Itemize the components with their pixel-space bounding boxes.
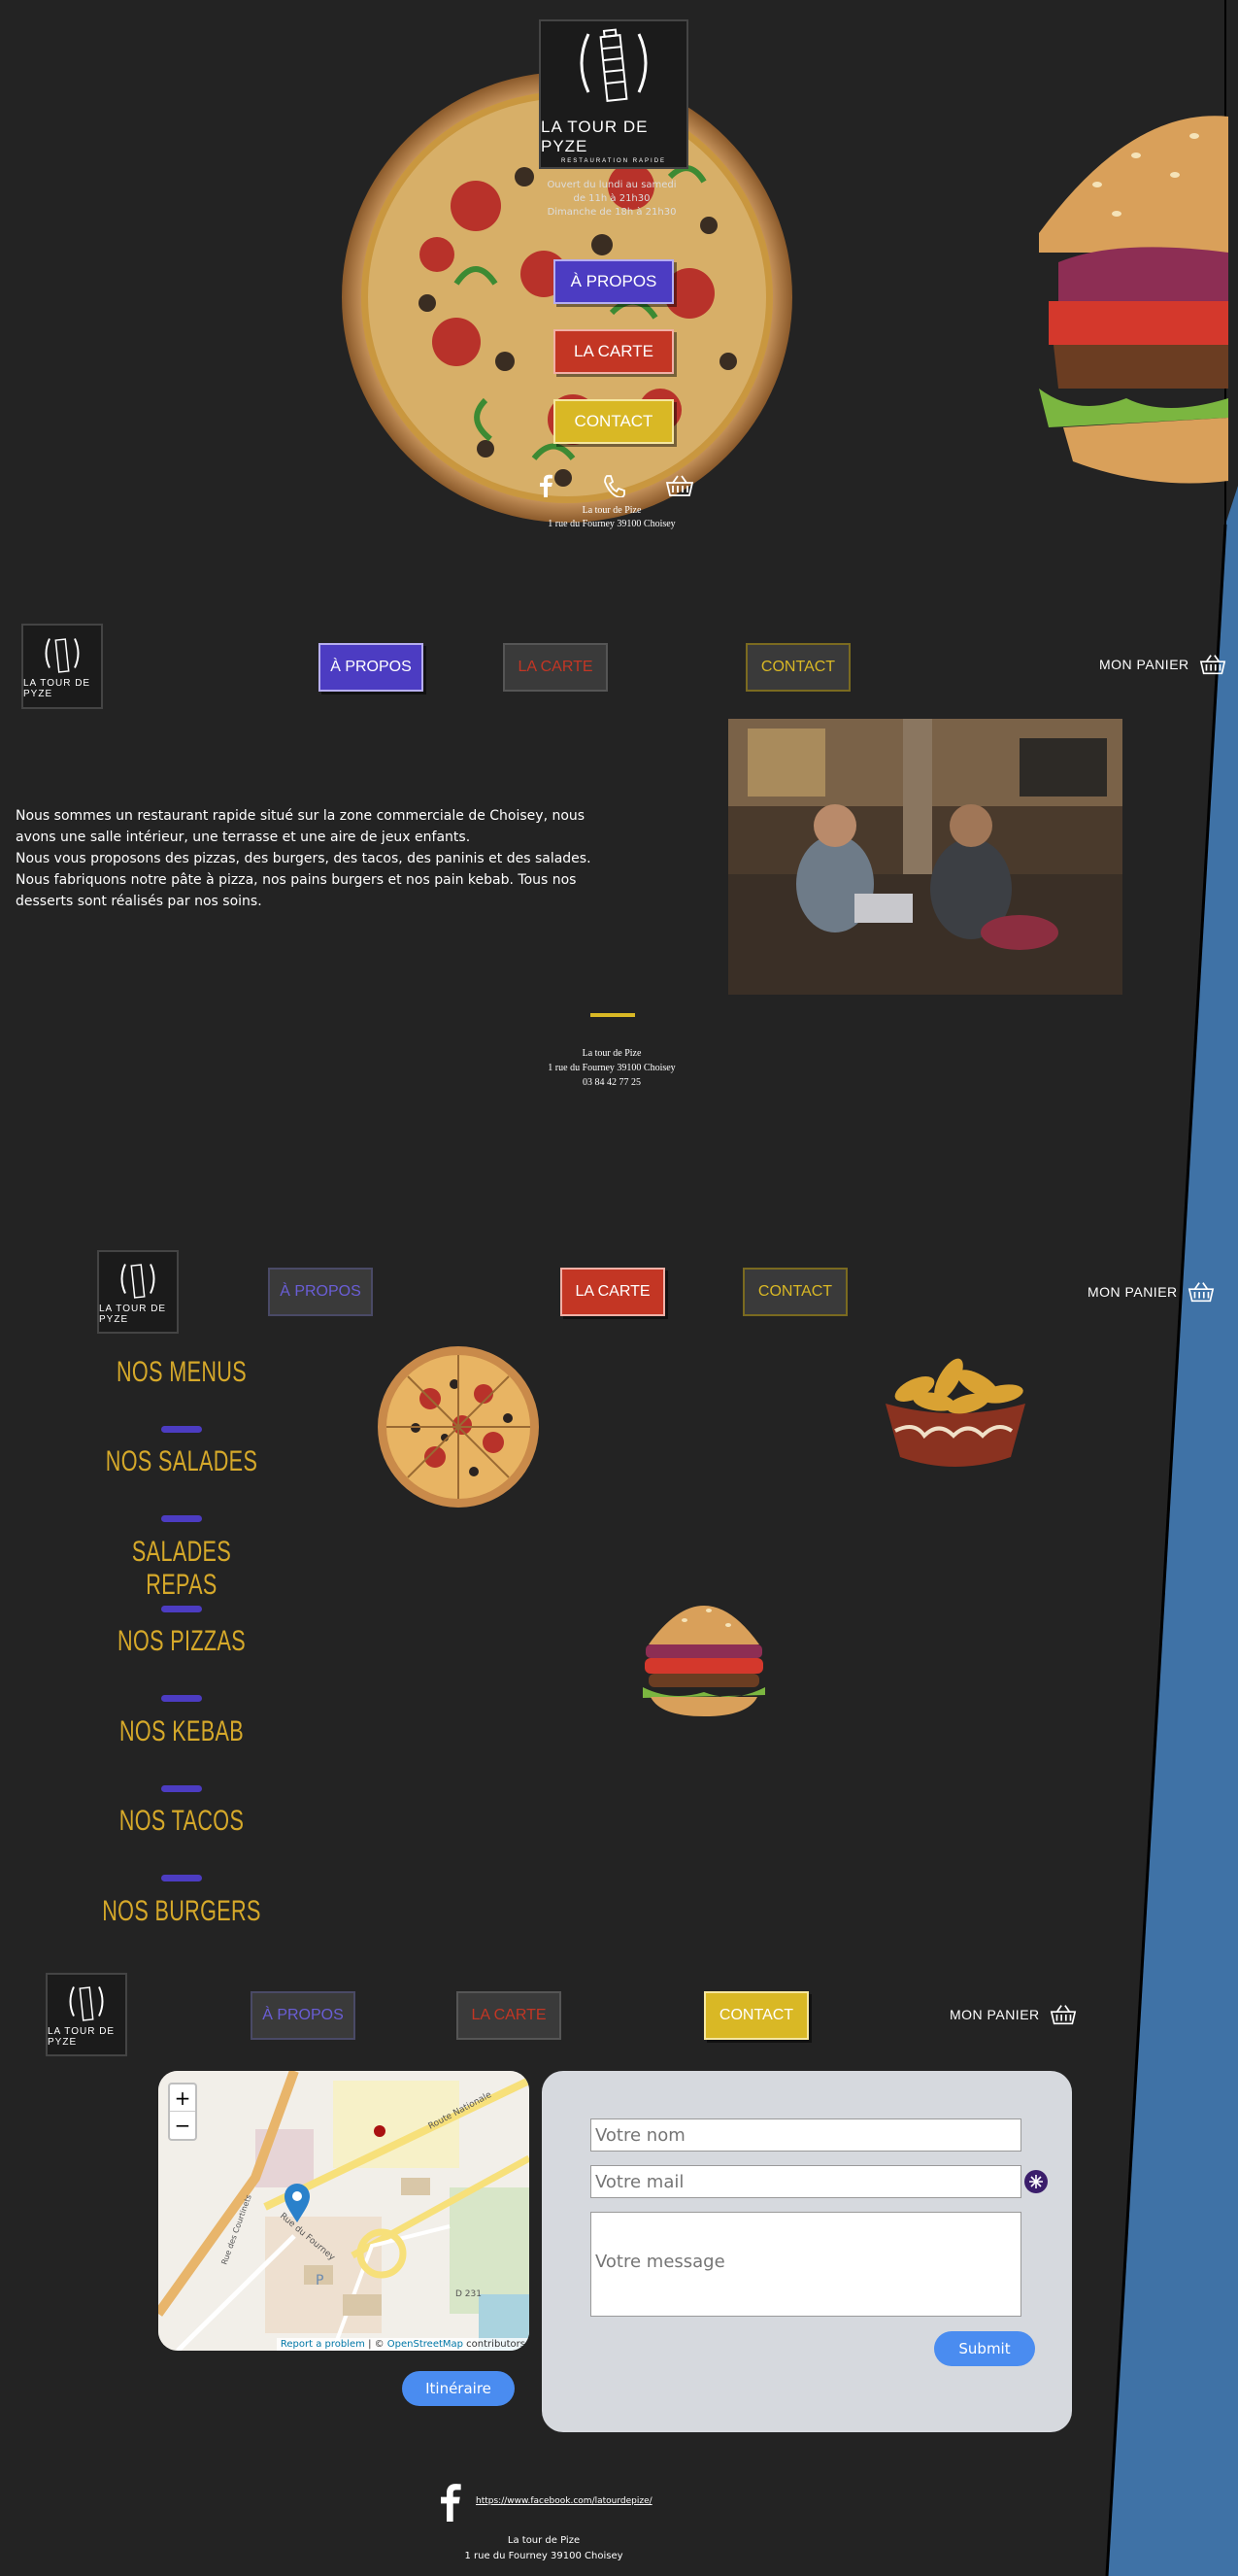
hero-logo: LA TOUR DE PYZE RESTAURATION RAPIDE — [539, 19, 688, 169]
nav-apropos-button[interactable]: À PROPOS — [318, 643, 423, 692]
about-line: avons une salle intérieur, une terrasse … — [16, 830, 471, 845]
hours-line: Dimanche de 18h à 21h30 — [547, 207, 677, 218]
map-tiles[interactable]: Route Nationale Rue du Fourney Rue des C… — [158, 2071, 529, 2351]
nav-contact-button[interactable]: CONTACT — [746, 643, 851, 692]
submit-button[interactable]: Submit — [934, 2331, 1035, 2366]
attribution-tail: contributors — [463, 2339, 525, 2350]
hours-line: Ouvert du lundi au samedi — [547, 180, 677, 190]
nav-apropos-button[interactable]: À PROPOS — [268, 1268, 373, 1316]
category-kebab[interactable]: NOS KEBAB — [101, 1715, 262, 1748]
captcha-icon[interactable] — [1023, 2169, 1049, 2194]
cart-label: MON PANIER — [1099, 657, 1189, 672]
nav-carte-button[interactable]: LA CARTE — [503, 643, 608, 692]
footer-name: La tour de Pize — [582, 1048, 642, 1059]
category-pizzas[interactable]: NOS PIZZAS — [101, 1625, 262, 1658]
address-name: La tour de Pize — [582, 505, 642, 516]
cart-label: MON PANIER — [950, 2007, 1040, 2022]
email-input[interactable] — [590, 2165, 1021, 2198]
nav-logo[interactable]: LA TOUR DE PYZE — [21, 624, 103, 709]
facebook-icon[interactable] — [537, 474, 554, 497]
address-street: 1 rue du Fourney 39100 Choisey — [548, 519, 676, 529]
basket-icon — [1188, 1282, 1214, 1303]
burger-image[interactable] — [641, 1586, 767, 1718]
category-salades[interactable]: NOS SALADES — [101, 1445, 262, 1478]
phone-icon[interactable] — [602, 474, 625, 497]
category-separator — [161, 1606, 202, 1612]
about-line: Nous vous proposons des pizzas, des burg… — [16, 851, 591, 866]
osm-link[interactable]: OpenStreetMap — [387, 2339, 463, 2350]
nav-apropos-button[interactable]: À PROPOS — [251, 1991, 355, 2040]
category-tacos[interactable]: NOS TACOS — [101, 1805, 262, 1838]
hero-carte-button[interactable]: LA CARTE — [553, 329, 674, 374]
category-separator — [161, 1515, 202, 1522]
map-road-label: D 231 — [455, 2289, 482, 2299]
map-widget[interactable]: Route Nationale Rue du Fourney Rue des C… — [158, 2071, 529, 2351]
hero-contact-button[interactable]: CONTACT — [553, 399, 674, 444]
nav-contact-button[interactable]: CONTACT — [704, 1991, 809, 2040]
brand-name: LA TOUR DE PYZE — [99, 1304, 167, 1325]
map-attribution: Report a problem | © OpenStreetMap contr… — [276, 2338, 529, 2351]
brand-name: LA TOUR DE PYZE — [541, 118, 649, 155]
nav-contact-button[interactable]: CONTACT — [743, 1268, 848, 1316]
nav-carte-button[interactable]: LA CARTE — [560, 1268, 665, 1316]
section-divider — [590, 1013, 635, 1017]
name-input[interactable] — [590, 2118, 1021, 2152]
category-separator — [161, 1785, 202, 1792]
contact-form: Submit — [542, 2071, 1072, 2432]
category-menus[interactable]: NOS MENUS — [101, 1356, 262, 1389]
hours-line: de 11h à 21h30 — [573, 193, 651, 204]
restaurant-photo — [728, 719, 1122, 995]
opening-hours: Ouvert du lundi au samedi de 11h à 21h30… — [519, 179, 704, 220]
cart-link[interactable]: MON PANIER — [1087, 1280, 1215, 1304]
category-separator — [161, 1695, 202, 1702]
about-footer: La tour de Pize 1 rue du Fourney 39100 C… — [515, 1046, 709, 1090]
nav-logo[interactable]: LA TOUR DE PYZE — [97, 1250, 179, 1334]
cart-link[interactable]: MON PANIER — [1099, 653, 1226, 676]
tower-logo-icon — [580, 28, 648, 102]
itinerary-button[interactable]: Itinéraire — [402, 2371, 515, 2406]
footer-phone: 03 84 42 77 25 — [583, 1077, 641, 1088]
potatoes-image[interactable] — [876, 1345, 1035, 1472]
footer-name: La tour de Pize — [507, 2535, 581, 2546]
zoom-controls: + − — [168, 2083, 197, 2141]
about-line: Nous fabriquons notre pâte à pizza, nos … — [16, 872, 577, 888]
basket-icon — [1199, 655, 1225, 675]
category-separator — [161, 1875, 202, 1881]
tower-logo-icon — [120, 1264, 155, 1299]
report-problem-link[interactable]: Report a problem — [281, 2339, 365, 2350]
hero-address: La tour de Pize 1 rue du Fourney 39100 C… — [515, 504, 709, 531]
basket-icon[interactable] — [665, 474, 694, 497]
zoom-out-button[interactable]: − — [170, 2112, 195, 2139]
facebook-icon[interactable] — [439, 2483, 462, 2522]
basket-icon — [1050, 2005, 1076, 2025]
tower-logo-icon — [69, 1986, 104, 2021]
about-text: Nous sommes un restaurant rapide situé s… — [16, 805, 598, 912]
about-line: desserts sont réalisés par nos soins. — [16, 894, 262, 909]
facebook-link[interactable]: https://www.facebook.com/latourdepize/ — [476, 2496, 652, 2506]
attribution-separator: | © — [364, 2339, 387, 2350]
category-burgers[interactable]: NOS BURGERS — [101, 1895, 262, 1928]
cart-label: MON PANIER — [1087, 1284, 1178, 1300]
map-marker-icon[interactable] — [284, 2184, 310, 2222]
brand-name: LA TOUR DE PYZE — [48, 2026, 116, 2048]
zoom-in-button[interactable]: + — [170, 2085, 195, 2112]
tower-logo-icon — [45, 638, 80, 673]
message-textarea[interactable] — [590, 2212, 1021, 2317]
category-separator — [161, 1426, 202, 1433]
brand-tagline: RESTAURATION RAPIDE — [560, 158, 667, 164]
nav-logo[interactable]: LA TOUR DE PYZE — [46, 1973, 127, 2056]
category-salades-repas[interactable]: SALADES REPAS — [101, 1536, 262, 1602]
nav-carte-button[interactable]: LA CARTE — [456, 1991, 561, 2040]
contact-footer: La tour de Pize 1 rue du Fourney 39100 C… — [447, 2533, 641, 2564]
footer-address: 1 rue du Fourney 39100 Choisey — [548, 1063, 676, 1073]
cart-link[interactable]: MON PANIER — [950, 2003, 1077, 2026]
footer-address: 1 rue du Fourney 39100 Choisey — [464, 2551, 623, 2561]
hero-burger-image — [1039, 116, 1228, 484]
pizza-image[interactable] — [377, 1345, 540, 1508]
about-line: Nous sommes un restaurant rapide situé s… — [16, 808, 586, 824]
brand-name: LA TOUR DE PYZE — [23, 678, 91, 699]
hero-apropos-button[interactable]: À PROPOS — [553, 259, 674, 304]
map-parking-label: P — [316, 2273, 323, 2288]
